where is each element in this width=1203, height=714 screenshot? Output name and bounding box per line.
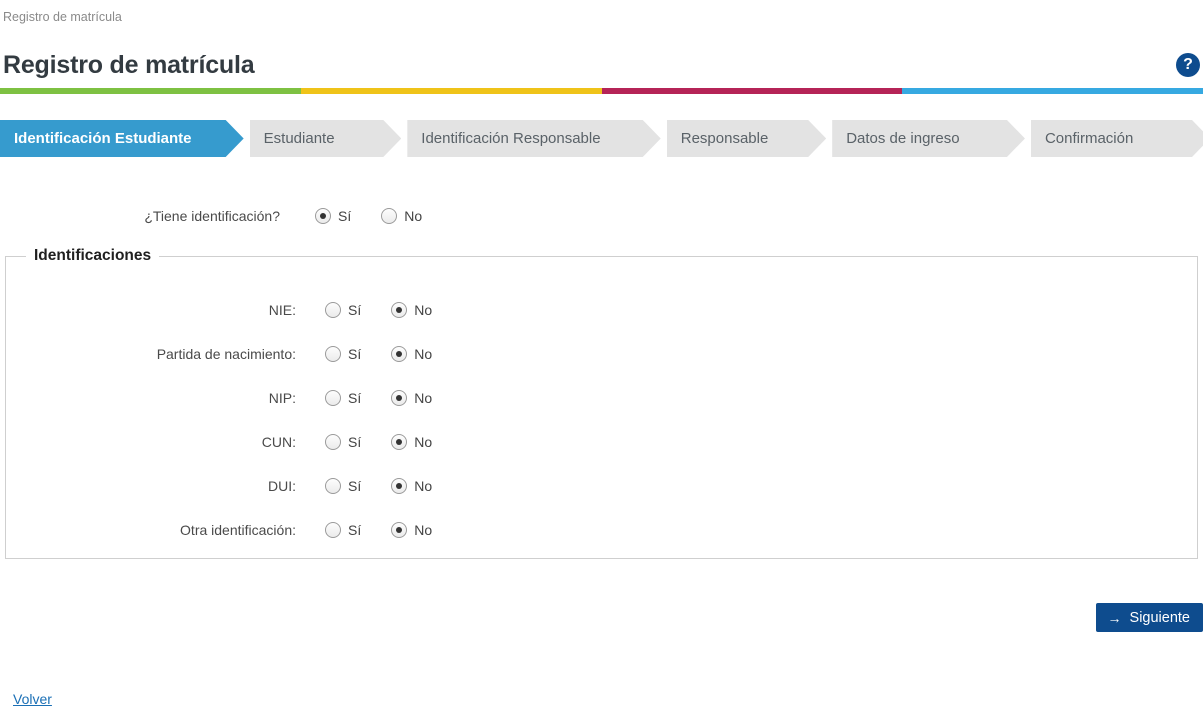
- identificaciones-fieldset: Identificaciones NIE: Sí No Partida de n…: [5, 247, 1198, 559]
- radio-option-no[interactable]: No: [391, 478, 432, 494]
- row-label: CUN:: [6, 434, 296, 450]
- radio-option-no[interactable]: No: [391, 522, 432, 538]
- step-identificacion-responsable[interactable]: Identificación Responsable: [407, 120, 660, 157]
- help-icon[interactable]: ?: [1176, 53, 1200, 77]
- radio-si[interactable]: [325, 346, 341, 362]
- radio-option-si[interactable]: Sí: [325, 434, 361, 450]
- row-radio-group: Sí No: [325, 390, 432, 406]
- progress-segment-yellow: [301, 88, 602, 94]
- radio-option-si[interactable]: Sí: [325, 478, 361, 494]
- step-label: Estudiante: [264, 130, 335, 147]
- radio-no[interactable]: [391, 478, 407, 494]
- radio-option-si[interactable]: Sí: [325, 346, 361, 362]
- row-otra-identificacion: Otra identificación: Sí No: [6, 508, 1197, 552]
- radio-no-label: No: [414, 434, 432, 450]
- radio-no[interactable]: [391, 434, 407, 450]
- row-cun: CUN: Sí No: [6, 420, 1197, 464]
- question-label: ¿Tiene identificación?: [0, 208, 280, 224]
- radio-no-label: No: [414, 478, 432, 494]
- radio-option-no[interactable]: No: [391, 390, 432, 406]
- radio-no[interactable]: [391, 302, 407, 318]
- radio-si[interactable]: [325, 302, 341, 318]
- step-responsable[interactable]: Responsable: [667, 120, 826, 157]
- step-label: Confirmación: [1045, 130, 1133, 147]
- arrow-right-icon: →: [1108, 611, 1122, 625]
- radio-option-no[interactable]: No: [391, 302, 432, 318]
- row-label: NIP:: [6, 390, 296, 406]
- identificaciones-legend: Identificaciones: [26, 247, 159, 265]
- step-estudiante[interactable]: Estudiante: [250, 120, 402, 157]
- radio-no-label: No: [414, 522, 432, 538]
- radio-option-no[interactable]: No: [391, 434, 432, 450]
- row-label: NIE:: [6, 302, 296, 318]
- step-label: Identificación Estudiante: [14, 130, 192, 147]
- progress-segment-blue: [902, 88, 1203, 94]
- radio-si-label: Sí: [338, 208, 351, 224]
- progress-color-bar: [0, 88, 1203, 94]
- radio-si-label: Sí: [348, 346, 361, 362]
- radio-no[interactable]: [391, 390, 407, 406]
- radio-si[interactable]: [325, 522, 341, 538]
- radio-option-si[interactable]: Sí: [325, 522, 361, 538]
- radio-si[interactable]: [325, 434, 341, 450]
- radio-si[interactable]: [325, 478, 341, 494]
- wizard-steps: Identificación Estudiante Estudiante Ide…: [0, 120, 1203, 157]
- page-title: Registro de matrícula: [3, 51, 254, 80]
- radio-option-no[interactable]: No: [391, 346, 432, 362]
- radio-no[interactable]: [391, 522, 407, 538]
- step-identificacion-estudiante[interactable]: Identificación Estudiante: [0, 120, 244, 157]
- row-label: Partida de nacimiento:: [6, 346, 296, 362]
- radio-option-si[interactable]: Sí: [325, 390, 361, 406]
- radio-si[interactable]: [325, 390, 341, 406]
- step-label: Responsable: [681, 130, 769, 147]
- row-label: DUI:: [6, 478, 296, 494]
- step-label: Identificación Responsable: [421, 130, 600, 147]
- radio-no-label: No: [414, 390, 432, 406]
- breadcrumb: Registro de matrícula: [3, 10, 122, 24]
- radio-no-label: No: [404, 208, 422, 224]
- radio-no-label: No: [414, 302, 432, 318]
- row-label: Otra identificación:: [6, 522, 296, 538]
- question-radio-group: Sí No: [315, 208, 422, 224]
- radio-option-si[interactable]: Sí: [315, 208, 351, 224]
- row-nip: NIP: Sí No: [6, 376, 1197, 420]
- row-radio-group: Sí No: [325, 302, 432, 318]
- page-header: Registro de matrícula ?: [3, 50, 1200, 80]
- row-dui: DUI: Sí No: [6, 464, 1197, 508]
- radio-option-no[interactable]: No: [381, 208, 422, 224]
- radio-si-label: Sí: [348, 522, 361, 538]
- row-radio-group: Sí No: [325, 434, 432, 450]
- row-radio-group: Sí No: [325, 522, 432, 538]
- row-nie: NIE: Sí No: [6, 288, 1197, 332]
- step-datos-de-ingreso[interactable]: Datos de ingreso: [832, 120, 1025, 157]
- step-confirmacion[interactable]: Confirmación: [1031, 120, 1203, 157]
- question-tiene-identificacion: ¿Tiene identificación? Sí No: [0, 204, 422, 228]
- back-link[interactable]: Volver: [13, 691, 52, 707]
- progress-segment-green: [0, 88, 301, 94]
- radio-no[interactable]: [381, 208, 397, 224]
- next-button[interactable]: → Siguiente: [1096, 603, 1203, 632]
- radio-no[interactable]: [391, 346, 407, 362]
- row-partida-de-nacimiento: Partida de nacimiento: Sí No: [6, 332, 1197, 376]
- radio-option-si[interactable]: Sí: [325, 302, 361, 318]
- step-label: Datos de ingreso: [846, 130, 959, 147]
- radio-si[interactable]: [315, 208, 331, 224]
- next-button-label: Siguiente: [1130, 610, 1190, 626]
- row-radio-group: Sí No: [325, 478, 432, 494]
- radio-si-label: Sí: [348, 434, 361, 450]
- radio-no-label: No: [414, 346, 432, 362]
- radio-si-label: Sí: [348, 302, 361, 318]
- row-radio-group: Sí No: [325, 346, 432, 362]
- radio-si-label: Sí: [348, 478, 361, 494]
- progress-segment-crimson: [602, 88, 903, 94]
- radio-si-label: Sí: [348, 390, 361, 406]
